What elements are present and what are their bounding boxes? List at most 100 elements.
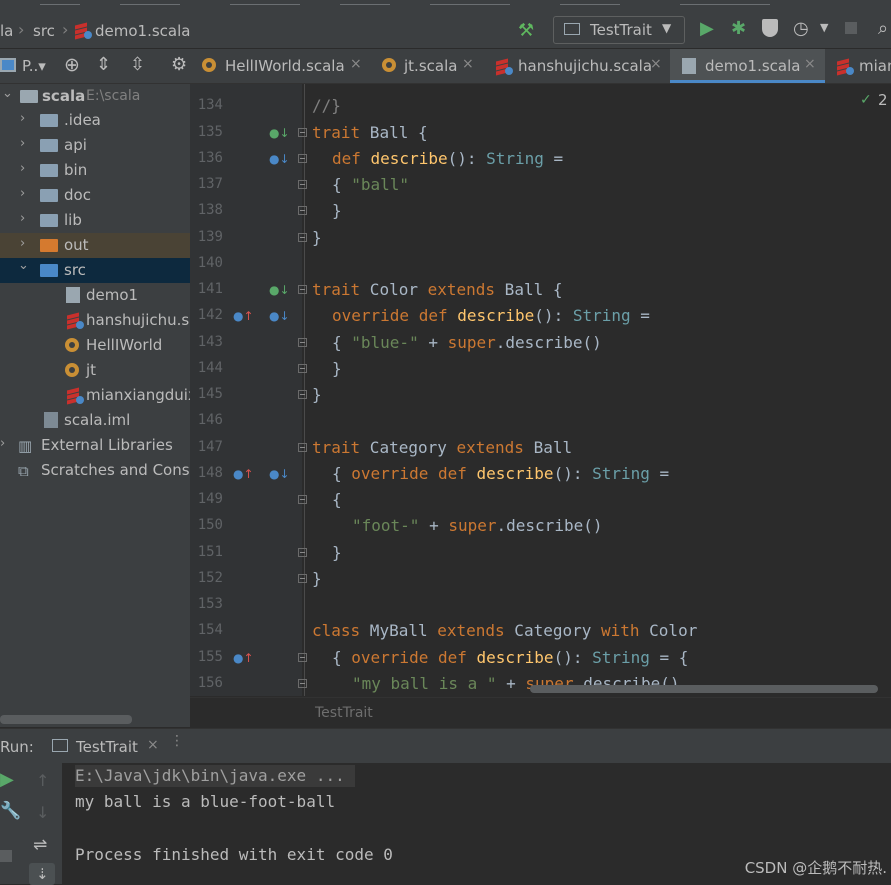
- profiler-dropdown-icon[interactable]: ▼: [820, 21, 828, 34]
- tree-item-scala-iml[interactable]: scala.iml: [0, 408, 190, 433]
- tree-item-out[interactable]: › out: [0, 233, 190, 258]
- fold-marker-icon[interactable]: [298, 653, 307, 662]
- close-icon[interactable]: ×: [462, 56, 474, 72]
- tree-item-external-libraries[interactable]: › ▥ External Libraries: [0, 433, 190, 458]
- project-view-select[interactable]: P..▾: [22, 57, 46, 75]
- implemented-marker-icon[interactable]: ●↓: [269, 309, 290, 323]
- editor-breadcrumb[interactable]: TestTrait: [315, 705, 373, 721]
- fold-marker-icon[interactable]: [298, 180, 307, 189]
- tree-item-src[interactable]: ⌄ src: [0, 258, 190, 283]
- build-hammer-icon[interactable]: ⚒: [518, 20, 534, 41]
- scroll-up-icon[interactable]: ↑: [36, 771, 49, 790]
- tree-item-demo1[interactable]: demo1: [0, 283, 190, 308]
- chevron-down-icon[interactable]: ⌄: [18, 258, 29, 273]
- chevron-right-icon[interactable]: ›: [20, 186, 25, 201]
- implemented-marker-icon[interactable]: ●↓: [269, 283, 290, 297]
- fold-marker-icon[interactable]: [298, 233, 307, 242]
- locate-target-icon[interactable]: ⊕: [64, 54, 80, 76]
- breadcrumb-project[interactable]: la: [0, 22, 13, 40]
- more-options-icon[interactable]: ⋮: [170, 733, 184, 749]
- rerun-icon[interactable]: ▶: [0, 769, 14, 790]
- settings-gear-icon[interactable]: ⚙: [171, 54, 187, 75]
- debug-bug-icon[interactable]: ✱: [731, 18, 746, 39]
- scroll-down-icon[interactable]: ↓: [36, 803, 49, 822]
- wrench-icon[interactable]: 🔧: [0, 801, 21, 821]
- tree-item-idea[interactable]: › .idea: [0, 108, 190, 133]
- tree-item-doc[interactable]: › doc: [0, 183, 190, 208]
- tab-label: jt.scala: [404, 57, 458, 75]
- tree-item-bin[interactable]: › bin: [0, 158, 190, 183]
- close-icon[interactable]: ×: [804, 56, 816, 72]
- chevron-right-icon[interactable]: ›: [20, 111, 25, 126]
- run-icon[interactable]: ▶: [700, 18, 714, 39]
- profiler-icon[interactable]: ◷: [793, 18, 809, 39]
- chevron-right-icon[interactable]: ›: [0, 436, 5, 451]
- overrides-marker-icon[interactable]: ●↑: [233, 309, 254, 323]
- expand-all-icon[interactable]: ⇕: [96, 54, 111, 75]
- inspection-check-icon[interactable]: ✓: [860, 92, 872, 108]
- breadcrumb-src[interactable]: src: [33, 22, 55, 40]
- tab-mianxiangduixiang[interactable]: mian: [828, 49, 891, 83]
- chevron-right-icon[interactable]: ›: [20, 211, 25, 226]
- tab-hanshujichu[interactable]: hanshujichu.scala ×: [489, 49, 669, 83]
- scroll-to-end-icon[interactable]: ⇣: [29, 863, 55, 885]
- fold-marker-icon[interactable]: [298, 364, 307, 373]
- fold-marker-icon[interactable]: [298, 548, 307, 557]
- scala-file-icon: [66, 312, 84, 330]
- chevron-right-icon[interactable]: ›: [20, 136, 25, 151]
- tree-item-label: jt: [86, 361, 97, 379]
- run-configuration-select[interactable]: TestTrait ▼: [553, 16, 685, 44]
- tree-item-hanshujichu[interactable]: hanshujichu.sc: [0, 308, 190, 333]
- tree-horizontal-scrollbar[interactable]: [0, 715, 132, 724]
- tab-demo1[interactable]: demo1.scala ×: [670, 49, 825, 83]
- line-number: 139: [197, 229, 223, 245]
- code-line-138: }: [332, 201, 342, 220]
- breadcrumb-file[interactable]: demo1.scala: [95, 22, 190, 40]
- fold-marker-icon[interactable]: [298, 574, 307, 583]
- tree-item-api[interactable]: › api: [0, 133, 190, 158]
- tree-item-scratches[interactable]: ⧉ Scratches and Conso: [0, 458, 190, 483]
- implemented-marker-icon[interactable]: ●↓: [269, 152, 290, 166]
- tab-hellworld[interactable]: HellIWorld.scala ×: [196, 49, 366, 83]
- coverage-shield-icon[interactable]: [762, 19, 778, 37]
- search-icon[interactable]: ⌕: [878, 18, 888, 39]
- fold-marker-icon[interactable]: [298, 443, 307, 452]
- tree-item-lib[interactable]: › lib: [0, 208, 190, 233]
- tree-item-jt[interactable]: jt: [0, 358, 190, 383]
- editor-horizontal-scrollbar[interactable]: [530, 685, 878, 693]
- tree-item-hellworld[interactable]: HellIWorld: [0, 333, 190, 358]
- project-tool-icon[interactable]: [0, 58, 16, 72]
- close-icon[interactable]: ×: [350, 56, 362, 72]
- fold-marker-icon[interactable]: [298, 285, 307, 294]
- tree-item-label: External Libraries: [41, 436, 173, 454]
- implemented-marker-icon[interactable]: ●↓: [269, 467, 290, 481]
- fold-marker-icon[interactable]: [298, 390, 307, 399]
- code-line-142: override def describe(): String =: [332, 306, 650, 325]
- fold-marker-icon[interactable]: [298, 154, 307, 163]
- implemented-marker-icon[interactable]: ●↓: [269, 126, 290, 140]
- stop-icon[interactable]: [0, 850, 12, 862]
- fold-marker-icon[interactable]: [298, 128, 307, 137]
- stop-icon[interactable]: [845, 22, 857, 34]
- tree-item-mianxiangduixiang[interactable]: mianxiangduix: [0, 383, 190, 408]
- fold-marker-icon[interactable]: [298, 206, 307, 215]
- fold-marker-icon[interactable]: [298, 338, 307, 347]
- chevron-right-icon: ›: [18, 20, 25, 39]
- scala-object-icon: [382, 58, 396, 72]
- code-line-135: trait Ball {: [312, 123, 428, 142]
- close-icon[interactable]: ×: [147, 737, 159, 753]
- scratches-icon: ⧉: [18, 462, 29, 480]
- overrides-marker-icon[interactable]: ●↑: [233, 467, 254, 481]
- chevron-down-icon[interactable]: ⌄: [2, 86, 13, 101]
- chevron-right-icon[interactable]: ›: [20, 236, 25, 251]
- tree-root[interactable]: ⌄ scala E:\scala: [0, 84, 190, 109]
- tab-jt[interactable]: jt.scala ×: [376, 49, 480, 83]
- chevron-right-icon[interactable]: ›: [20, 161, 25, 176]
- fold-marker-icon[interactable]: [298, 495, 307, 504]
- close-icon[interactable]: ×: [650, 56, 662, 72]
- overrides-marker-icon[interactable]: ●↑: [233, 651, 254, 665]
- run-tab-label[interactable]: TestTrait: [76, 738, 138, 756]
- collapse-all-icon[interactable]: ⇳: [130, 54, 145, 75]
- fold-marker-icon[interactable]: [298, 679, 307, 688]
- soft-wrap-icon[interactable]: ⇌: [33, 835, 47, 855]
